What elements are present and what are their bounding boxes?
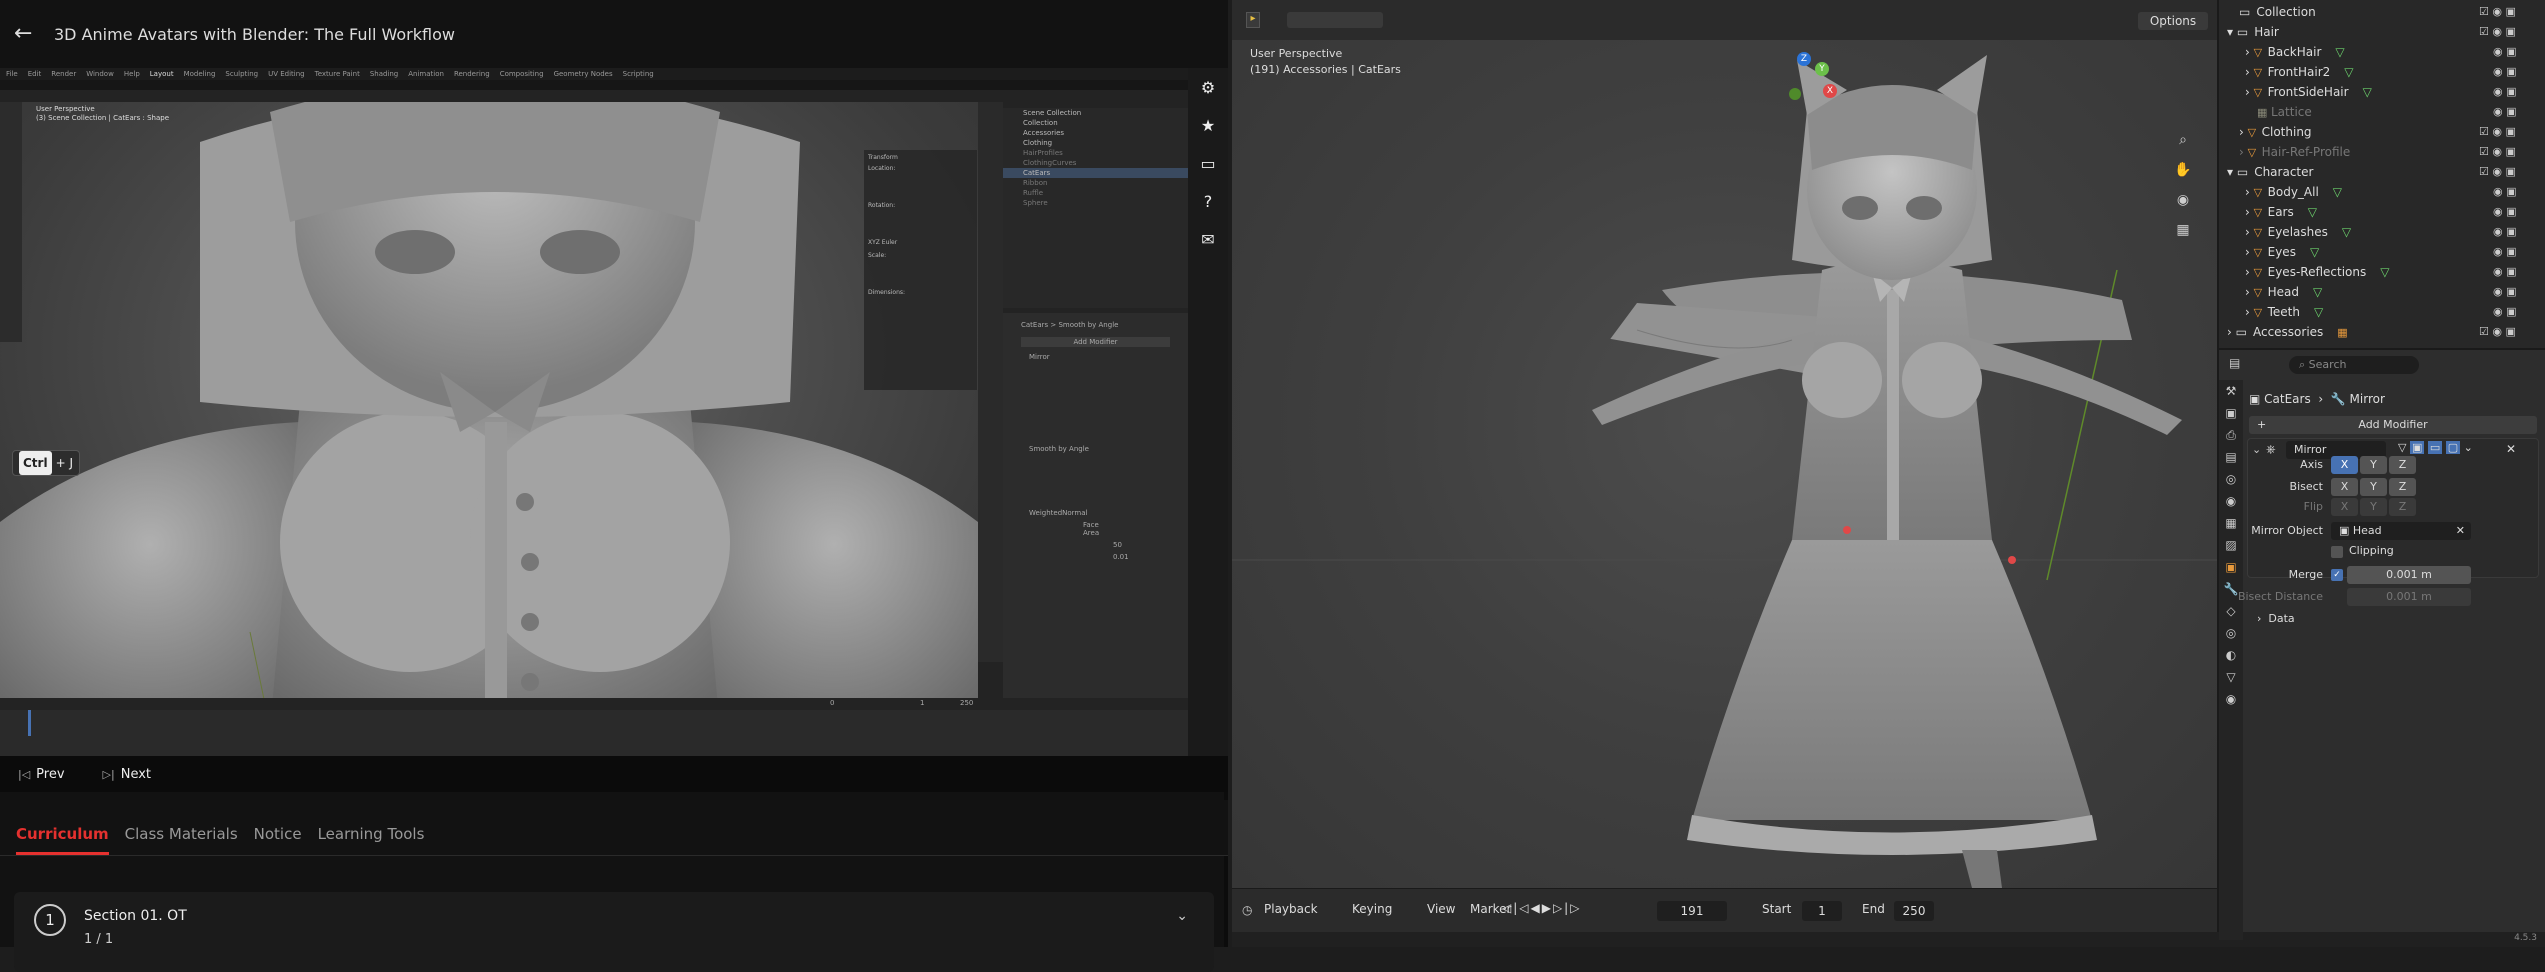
subtitles-icon[interactable]: ▭: [1198, 154, 1218, 174]
blender-window: ▸ Options User Perspective (191) Accesso…: [1232, 0, 2545, 947]
object-icon: ▣: [2249, 392, 2265, 406]
axis-z-toggle[interactable]: Z: [2389, 456, 2416, 474]
star-icon[interactable]: ★: [1198, 116, 1218, 136]
add-modifier-button[interactable]: + Add Modifier: [2249, 416, 2537, 434]
playback-controls[interactable]: ◁|◁◀▶▷|▷: [1502, 901, 1592, 919]
properties-tabs[interactable]: ⚒ ▣ ⎙ ▤ ◎ ◉ ▦ ▨ ▣ 🔧 ◇ ◎ ◐ ▽ ◉: [2219, 380, 2243, 940]
mirror-icon: ⎈: [2266, 442, 2276, 456]
mirror-object-field[interactable]: ▣ Head ✕: [2331, 522, 2471, 540]
tab-class-materials[interactable]: Class Materials: [125, 800, 238, 855]
navigation-gizmo[interactable]: Z X Y: [1767, 50, 1847, 130]
current-frame-field[interactable]: 191: [1657, 901, 1727, 921]
bisect-distance-field[interactable]: 0.001 m: [2347, 588, 2471, 606]
video-side-rail: ⚙ ★ ▭ ? ✉: [1188, 68, 1228, 756]
keying-menu[interactable]: Keying: [1352, 902, 1392, 916]
axis-y-toggle[interactable]: Y: [2360, 456, 2387, 474]
select-tool-icon[interactable]: ▸: [1246, 12, 1260, 28]
video-outliner: Scene Collection Collection Accessories Clo…: [1003, 108, 1188, 308]
course-header: ← 3D Anime Avatars with Blender: The Ful…: [0, 0, 1228, 68]
properties-search-input[interactable]: ⌕ Search: [2289, 356, 2419, 374]
character-model: [1232, 55, 2217, 888]
clipping-checkbox[interactable]: [2331, 546, 2343, 558]
end-label: End: [1862, 902, 1885, 916]
video-sidebar-tabs: [978, 102, 1003, 662]
options-dropdown[interactable]: Options: [2138, 12, 2208, 30]
video-header-bar: [0, 80, 1188, 90]
tab-learning-tools[interactable]: Learning Tools: [318, 800, 425, 855]
viewport-nav-buttons[interactable]: ⌕ ✋ ◉ ▦: [2172, 125, 2194, 245]
bisect-x-toggle[interactable]: X: [2331, 478, 2358, 496]
visibility-toggles[interactable]: ☑ ◉ ▣ ☑ ◉ ▣ ◉ ▣ ◉ ▣ ◉ ▣ ◉ ▣ ☑ ◉ ▣ ☑ ◉ ▣ ☑ ◉ …: [2479, 2, 2539, 342]
select-mode-buttons[interactable]: [1287, 12, 1383, 28]
flip-y-toggle[interactable]: Y: [2360, 498, 2387, 516]
editor-type-icon[interactable]: ▤: [2229, 356, 2249, 374]
mirror-object-label: Mirror Object: [2251, 524, 2323, 537]
outliner: ▭ Collection ▾ ▭ Hair › ▽ BackHair ▽ › ▽ Fron…: [2217, 0, 2545, 348]
prev-button[interactable]: |◁ Prev: [18, 767, 65, 782]
video-blender-menubar: File Edit Render Window Help Layout Modeling Sc…: [0, 68, 1188, 80]
flip-x-toggle[interactable]: X: [2331, 498, 2358, 516]
flip-label: Flip: [2303, 500, 2323, 513]
props-breadcrumb: ▣ CatEars › 🔧 Mirror: [2249, 392, 2385, 406]
close-icon[interactable]: ✕: [2506, 442, 2516, 456]
version-label: 4.5.3: [2514, 933, 2537, 943]
viewport-header: ▸ Options: [1232, 0, 2217, 40]
status-bar: 4.5.3: [1232, 932, 2545, 947]
bisect-label: Bisect: [2289, 480, 2323, 493]
course-title: 3D Anime Avatars with Blender: The Full …: [54, 24, 455, 44]
bisect-y-toggle[interactable]: Y: [2360, 478, 2387, 496]
axis-label: Axis: [2300, 458, 2323, 471]
settings-icon[interactable]: ⚙: [1198, 78, 1218, 98]
end-frame-field[interactable]: 250: [1894, 901, 1934, 921]
data-subpanel[interactable]: › Data: [2257, 612, 2295, 625]
video-n-panel: Transform Location: Rotation: XYZ Euler …: [864, 150, 977, 390]
section-number: 1: [34, 904, 66, 936]
section-title: Section 01. OT: [84, 908, 187, 924]
character-closeup-render: [0, 102, 978, 728]
lesson-navigation: |◁ Prev ▷| Next: [0, 756, 1228, 792]
search-icon: ⌕: [2299, 358, 2309, 371]
course-player: ← 3D Anime Avatars with Blender: The Ful…: [0, 0, 1228, 972]
video-viewport: User Perspective (3) Scene Collection | …: [0, 102, 978, 728]
help-icon[interactable]: ?: [1198, 192, 1218, 212]
video-toolbar: [0, 102, 22, 342]
video-player[interactable]: File Edit Render Window Help Layout Modeling Sc…: [0, 68, 1228, 756]
properties-editor: ▤ ⌕ Search ⚒ ▣ ⎙ ▤ ◎ ◉ ▦ ▨ ▣ 🔧 ◇ ◎ ◐ ▽ ◉ ▣ CatEars › 🔧…: [2217, 348, 2545, 940]
video-properties: CatEars > Smooth by Angle Add Modifier M…: [1003, 313, 1188, 753]
merge-distance-field[interactable]: 0.001 m: [2347, 566, 2471, 584]
clock-icon[interactable]: ◷: [1242, 903, 1256, 917]
view-menu[interactable]: View: [1427, 902, 1455, 916]
next-button[interactable]: ▷| Next: [103, 767, 151, 782]
start-label: Start: [1762, 902, 1792, 916]
tab-curriculum[interactable]: Curriculum: [16, 800, 109, 855]
merge-checkbox[interactable]: ✓: [2331, 569, 2343, 581]
tab-notice[interactable]: Notice: [254, 800, 302, 855]
chevron-down-icon[interactable]: ⌄: [1176, 908, 1188, 924]
clipping-label: Clipping: [2349, 544, 2394, 557]
mail-icon[interactable]: ✉: [1198, 230, 1218, 250]
collapse-icon[interactable]: ⌄: [2252, 443, 2261, 456]
axis-x-toggle[interactable]: X: [2331, 456, 2358, 474]
3d-viewport[interactable]: User Perspective (191) Accessories | Cat…: [1232, 40, 2217, 888]
timeline-header: ◷ Playback Keying View Marker ◁|◁◀▶▷|▷ 1…: [1232, 888, 2217, 932]
course-tabs: Curriculum Class Materials Notice Learni…: [0, 800, 1228, 856]
start-frame-field[interactable]: 1: [1802, 901, 1842, 921]
merge-label: Merge: [2288, 568, 2323, 581]
video-timeline: 0 1 250: [0, 698, 1188, 756]
bisect-distance-label: Bisect Distance: [2237, 590, 2323, 603]
playback-menu[interactable]: Playback: [1264, 902, 1318, 916]
shortcut-overlay: Ctrl + J: [12, 450, 80, 476]
section-progress: 1 / 1: [84, 932, 114, 947]
curriculum-section[interactable]: 1 Section 01. OT 1 / 1 ⌄: [14, 892, 1214, 972]
bisect-z-toggle[interactable]: Z: [2389, 478, 2416, 496]
flip-z-toggle[interactable]: Z: [2389, 498, 2416, 516]
back-arrow-icon[interactable]: ←: [14, 22, 38, 46]
